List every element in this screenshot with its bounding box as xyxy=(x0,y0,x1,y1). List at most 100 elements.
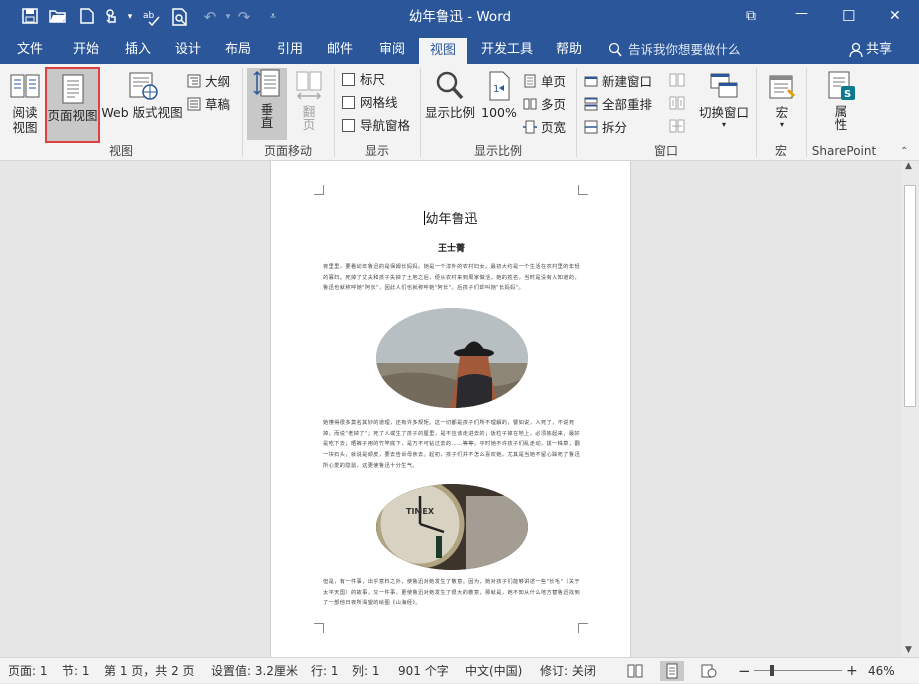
reset-window-position-icon[interactable] xyxy=(669,119,685,136)
minimize-button[interactable]: — xyxy=(795,6,808,21)
spelling-icon[interactable]: ab xyxy=(143,8,161,27)
split-button[interactable]: 拆分 xyxy=(584,118,627,138)
draft-icon xyxy=(187,97,201,111)
vertical-icon xyxy=(253,69,280,97)
properties-label: 属 性 xyxy=(834,104,848,132)
web-layout-status-icon[interactable] xyxy=(701,664,717,681)
status-language[interactable]: 中文(中国) xyxy=(465,658,522,684)
zoom-slider-thumb[interactable] xyxy=(769,665,774,676)
nav-pane-label: 导航窗格 xyxy=(360,118,411,133)
print-layout-button[interactable]: 页面视图 xyxy=(45,67,100,143)
checkbox-icon xyxy=(342,73,355,86)
new-window-button[interactable]: 新建窗口 xyxy=(584,72,652,92)
customize-icon[interactable]: ⩡ xyxy=(264,8,282,26)
print-preview-icon[interactable] xyxy=(171,8,189,26)
ribbon-display-options-icon[interactable]: ⧉ xyxy=(746,8,756,24)
web-layout-button[interactable]: Web 版式视图 xyxy=(101,70,183,120)
paragraph-2: 她懂得很多莫名其妙的道理，还有许多规矩。这一切都是孩子们所不理解的，譬如说，人死… xyxy=(323,420,581,469)
zoom-in-button[interactable]: + xyxy=(846,658,858,684)
status-page-of[interactable]: 第 1 页，共 2 页 xyxy=(104,658,195,684)
tab-mailings[interactable]: 邮件 xyxy=(316,36,364,64)
macros-label: 宏 xyxy=(775,105,789,120)
read-mode-label: 阅读 视图 xyxy=(12,105,38,135)
close-button[interactable]: ✕ xyxy=(889,8,901,24)
zoom-level[interactable]: 46% xyxy=(868,658,895,684)
document-page[interactable]: 幼年鲁迅 王士菁 夜里里，要看幼年鲁迅的是保姆长妈妈。她是一个淳朴的农村妇女。最… xyxy=(270,161,631,657)
ribbon-view: 阅读 视图 页面视图 Web 版式视图 大纲 草稿 视图 垂 直 翻 页 页面移… xyxy=(0,64,919,161)
ruler-checkbox[interactable]: 标尺 xyxy=(342,70,385,90)
multiple-pages-label: 多页 xyxy=(541,97,567,112)
open-icon[interactable] xyxy=(49,8,67,26)
touch-mode-icon[interactable] xyxy=(102,8,120,26)
status-word-count[interactable]: 901 个字 xyxy=(398,658,449,684)
redo-icon[interactable]: ↷ xyxy=(235,8,253,26)
vertical-scrollbar[interactable]: ▲ ▼ xyxy=(901,161,919,657)
arrange-all-button[interactable]: 全部重排 xyxy=(584,95,652,115)
draft-button[interactable]: 草稿 xyxy=(187,95,230,115)
group-label-views: 视图 xyxy=(108,144,133,158)
collapse-ribbon-icon[interactable]: ⌃ xyxy=(900,146,908,157)
outline-button[interactable]: 大纲 xyxy=(187,72,230,92)
macros-button[interactable]: 宏 ▾ xyxy=(762,70,802,129)
tab-layout[interactable]: 布局 xyxy=(214,36,262,64)
tab-developer[interactable]: 开发工具 xyxy=(474,36,540,64)
undo-icon[interactable]: ↶ xyxy=(201,8,219,26)
properties-button[interactable]: S 属 性 xyxy=(818,70,864,131)
tab-help[interactable]: 帮助 xyxy=(546,36,592,64)
page-width-button[interactable]: 页宽 xyxy=(523,118,566,138)
tab-design[interactable]: 设计 xyxy=(164,36,212,64)
switch-windows-button[interactable]: 切换窗口 ▾ xyxy=(695,70,753,129)
read-mode-button[interactable]: 阅读 视图 xyxy=(6,70,44,135)
group-label-macros: 宏 xyxy=(774,144,787,158)
status-at[interactable]: 设置值: 3.2厘米 xyxy=(211,658,298,684)
vertical-button[interactable]: 垂 直 xyxy=(247,68,287,140)
status-line[interactable]: 行: 1 xyxy=(311,658,339,684)
chevron-down-icon: ▾ xyxy=(779,120,784,129)
tab-references[interactable]: 引用 xyxy=(266,36,314,64)
view-side-by-side-icon[interactable] xyxy=(669,73,685,90)
photo-pocket-watch: TIMEX xyxy=(376,484,528,570)
new-icon[interactable] xyxy=(78,8,96,26)
print-layout-status-icon[interactable] xyxy=(660,661,684,681)
maximize-button[interactable]: ☐ xyxy=(842,7,855,25)
tab-review[interactable]: 审阅 xyxy=(368,36,416,64)
save-icon[interactable] xyxy=(21,8,39,26)
one-page-icon xyxy=(524,74,536,88)
document-author: 王士菁 xyxy=(437,244,465,254)
status-section[interactable]: 节: 1 xyxy=(62,658,90,684)
tab-insert[interactable]: 插入 xyxy=(114,36,162,64)
status-page[interactable]: 页面: 1 xyxy=(8,658,48,684)
margin-mark xyxy=(578,185,588,195)
print-layout-icon xyxy=(62,74,83,104)
scroll-down-icon[interactable]: ▼ xyxy=(905,645,912,655)
zoom-button[interactable]: 显示比例 xyxy=(423,70,477,120)
tab-home[interactable]: 开始 xyxy=(62,36,110,64)
one-page-button[interactable]: 单页 xyxy=(523,72,566,92)
svg-text:1: 1 xyxy=(493,84,499,95)
switch-windows-label: 切换窗口 xyxy=(698,105,749,120)
share-button[interactable]: 共享 xyxy=(866,36,892,64)
one-page-label: 单页 xyxy=(541,74,567,89)
status-track-changes[interactable]: 修订: 关闭 xyxy=(540,658,596,684)
zoom-100-button[interactable]: 1 100% xyxy=(480,70,518,120)
magnifier-icon xyxy=(436,71,464,100)
zoom-out-button[interactable]: − xyxy=(738,658,751,684)
zoom-slider[interactable] xyxy=(754,670,842,671)
side-to-side-button[interactable]: 翻 页 xyxy=(289,70,329,131)
tab-file[interactable]: 文件 xyxy=(6,36,54,64)
status-column[interactable]: 列: 1 xyxy=(352,658,380,684)
synchronous-scrolling-icon[interactable] xyxy=(669,96,685,113)
chevron-down-icon[interactable]: ▾ xyxy=(121,8,139,26)
read-mode-icon[interactable] xyxy=(627,664,643,681)
tab-view[interactable]: 视图 xyxy=(419,38,467,64)
multiple-pages-button[interactable]: 多页 xyxy=(523,95,566,115)
scroll-up-icon[interactable]: ▲ xyxy=(905,161,912,171)
nav-pane-checkbox[interactable]: 导航窗格 xyxy=(342,116,410,136)
gridlines-checkbox[interactable]: 网格线 xyxy=(342,93,398,113)
split-label: 拆分 xyxy=(602,120,628,135)
tell-me-input[interactable]: 告诉我你想要做什么 xyxy=(628,36,741,64)
group-label-zoom: 显示比例 xyxy=(473,144,522,158)
scrollbar-thumb[interactable] xyxy=(904,185,916,407)
draft-label: 草稿 xyxy=(205,97,231,112)
paragraph-1: 夜里里，要看幼年鲁迅的是保姆长妈妈。她是一个淳朴的农村妇女。最初大约是一个生活在… xyxy=(323,264,581,292)
